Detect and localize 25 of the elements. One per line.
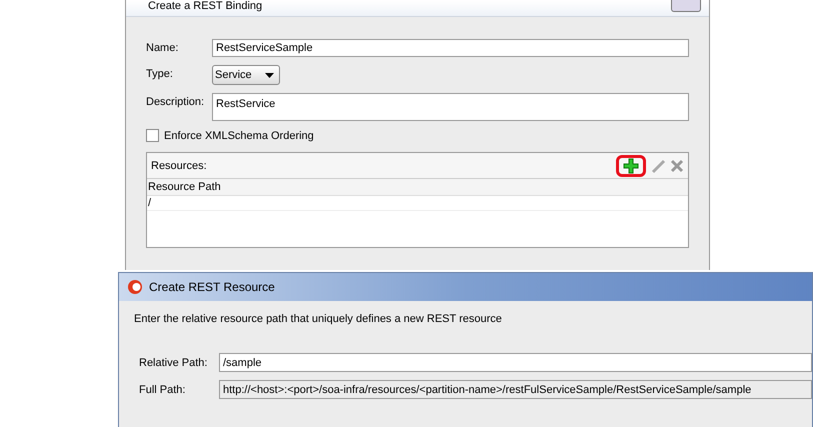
instruction-text: Enter the relative resource path that uniquely defines a new REST resource xyxy=(134,313,503,325)
resources-label: Resources: xyxy=(151,160,207,172)
close-button[interactable] xyxy=(671,0,701,12)
window-title: Create REST Resource xyxy=(149,280,275,294)
delete-icon[interactable] xyxy=(670,158,684,172)
checkbox-label: Enforce XMLSchema Ordering xyxy=(164,130,314,142)
column-header: Resource Path xyxy=(148,181,221,193)
type-dropdown[interactable]: Service xyxy=(212,65,280,85)
pencil-icon[interactable] xyxy=(650,158,666,174)
window-title: Create a REST Binding xyxy=(148,0,262,12)
field-label: Relative Path: xyxy=(138,356,208,368)
table-row[interactable]: / xyxy=(147,196,688,211)
checkbox[interactable] xyxy=(146,129,159,142)
app-logo-icon xyxy=(127,279,143,295)
field-label: Full Path: xyxy=(138,384,186,396)
field-label: Name: xyxy=(146,41,180,54)
add-button[interactable] xyxy=(616,154,646,176)
name-field[interactable]: RestServiceSample xyxy=(212,39,689,57)
plus-icon xyxy=(623,158,639,174)
field-label: Description: xyxy=(146,95,206,108)
field-label: Type: xyxy=(146,67,174,80)
description-field[interactable]: RestService xyxy=(212,93,689,121)
full-path-field[interactable]: http://<host>:<port>/soa-infra/resources/<partition-name>/restFulServiceSample/RestServiceSample/sample xyxy=(219,380,812,399)
path-field[interactable]: /sample xyxy=(219,353,812,372)
caret-icon xyxy=(265,72,274,78)
